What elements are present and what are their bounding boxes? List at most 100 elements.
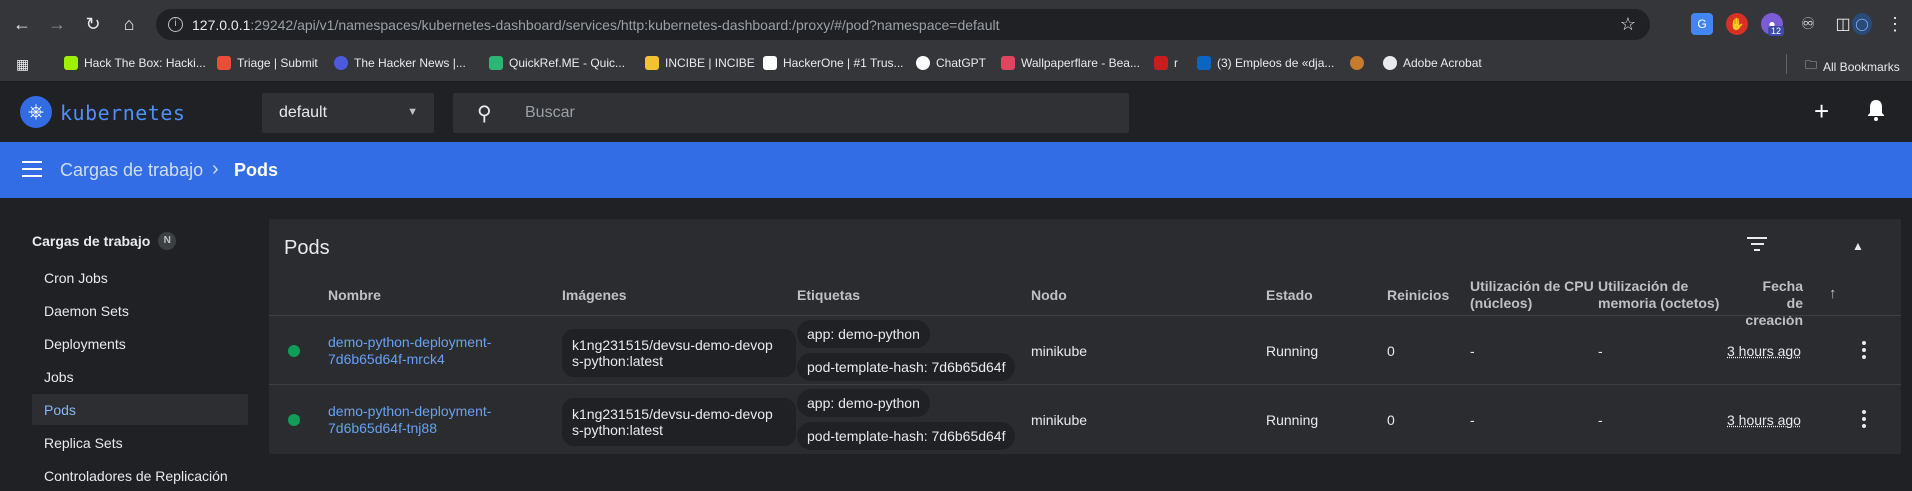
folder-icon: 🗀 [1805,58,1818,72]
sidebar-nav: Cargas de trabajo N Cron Jobs Daemon Set… [0,198,256,484]
divider [269,315,1901,316]
column-header-status[interactable]: Estado [1266,287,1313,304]
divider [269,384,1901,385]
node-value[interactable]: minikube [1031,412,1087,428]
sidepanel-icon[interactable]: ◫ [1832,13,1854,35]
restarts-value: 0 [1387,343,1395,359]
section-title-label: Cargas de trabajo [32,233,151,249]
bookmark-circle-icon [1350,56,1364,70]
bookmark-label: Adobe Acrobat [1403,56,1482,70]
image-chip: k1ng231515/devsu-demo-devop s-python:lat… [562,398,796,446]
search-icon: ⚲ [477,103,492,125]
chatgpt-icon [916,56,930,70]
wallpaperflare-icon [1001,56,1015,70]
app-header: ⎈ kubernetes default ▼ ⚲ + [0,82,1912,142]
label-chip: app: demo-python [797,389,930,417]
url-host: 127.0.0.1 [192,16,251,33]
browser-menu-icon[interactable]: ⋮ [1884,13,1906,35]
namespaced-badge: N [158,232,177,250]
triage-icon [217,56,231,70]
pod-name-link[interactable]: demo-python-deployment- 7d6b65d64f-mrck4 [328,334,498,368]
breadcrumb-current: Pods [234,160,279,180]
browser-toolbar: ← → ↻ ⌂ i 127.0.0.1:29242/api/v1/namespa… [0,0,1912,48]
memory-value: - [1598,343,1603,359]
bookmark-item[interactable]: Wallpaperflare - Bea... [1001,56,1140,70]
bookmark-item[interactable]: QuickRef.ME - Quic... [489,56,625,70]
bookmark-label: INCIBE | INCIBE [665,56,755,70]
pod-name-line2: 7d6b65d64f-mrck4 [328,351,445,367]
forward-icon[interactable]: → [40,7,74,41]
collapse-caret-icon[interactable]: ▲ [1852,239,1864,253]
all-bookmarks-button[interactable]: 🗀 All Bookmarks [1805,56,1900,77]
bookmark-label: Wallpaperflare - Bea... [1021,56,1140,70]
bookmark-item[interactable]: INCIBE | INCIBE [645,56,755,70]
kubernetes-logo-icon[interactable]: ⎈ [20,96,52,128]
reload-icon[interactable]: ↻ [76,7,110,41]
cpu-value: - [1470,343,1475,359]
bookmark-label: (3) Empleos de «dja... [1217,56,1335,70]
bookmark-item[interactable]: r [1154,56,1178,70]
column-header-restarts[interactable]: Reinicios [1387,287,1449,304]
create-plus-icon[interactable]: + [1814,96,1829,127]
bookmarks-bar: ▦ Hack The Box: Hacki... Triage | Submit… [0,48,1912,82]
notifications-bell-icon[interactable] [1866,99,1886,121]
node-value[interactable]: minikube [1031,343,1087,359]
sidebar-item-cron-jobs[interactable]: Cron Jobs [32,262,248,293]
apps-grid-icon[interactable]: ▦ [16,56,29,73]
site-info-icon[interactable]: i [168,17,183,32]
breadcrumb-parent[interactable]: Cargas de trabajo [60,160,203,181]
memory-header-line2: memoria (octetos) [1598,295,1720,311]
url-path: :29242/api/v1/namespaces/kubernetes-dash… [250,16,1000,33]
filter-icon[interactable] [1747,237,1767,253]
bookmark-item[interactable]: (3) Empleos de «dja... [1197,56,1334,70]
bookmark-item[interactable]: Triage | Submit [217,56,318,70]
sidebar-item-pods[interactable]: Pods [32,394,248,425]
bookmark-item[interactable] [1350,56,1364,70]
address-bar[interactable]: i 127.0.0.1:29242/api/v1/namespaces/kube… [156,9,1650,40]
sidebar-item-daemon-sets[interactable]: Daemon Sets [32,295,248,326]
hackthebox-icon [64,56,78,70]
bookmark-item[interactable]: HackerOne | #1 Trus... [763,56,904,70]
bookmark-star-icon[interactable]: ☆ [1620,14,1636,35]
extensions-puzzle-icon[interactable]: ♾ [1797,13,1819,35]
bookmark-item[interactable]: The Hacker News |... [334,56,466,70]
sidebar-item-deployments[interactable]: Deployments [32,328,248,359]
chevron-right-icon: › [212,158,219,180]
sidebar-section-title[interactable]: Cargas de trabajo N [32,232,177,250]
image-line2: s-python:latest [572,353,664,369]
home-icon[interactable]: ⌂ [112,7,146,41]
sidebar-item-replication-controllers[interactable]: Controladores de Replicación [32,460,248,491]
pods-card: Pods ▲ Nombre Imágenes Etiquetas Nodo Es… [269,219,1901,454]
pod-name-line1: demo-python-deployment- [328,334,492,350]
ublock-extension-icon[interactable]: ✋ [1726,13,1748,35]
memory-value: - [1598,412,1603,428]
status-value: Running [1266,343,1319,359]
column-header-node[interactable]: Nodo [1031,287,1067,304]
label-chip: app: demo-python [797,320,930,348]
search-input[interactable] [525,93,1115,133]
breadcrumb-toolbar: Cargas de trabajo › Pods [0,142,1912,198]
column-header-name[interactable]: Nombre [328,287,381,304]
row-actions-kebab-icon[interactable] [1862,341,1866,362]
namespace-select[interactable]: default ▼ [262,93,434,133]
profile-avatar[interactable]: ◯ [1852,13,1872,35]
bookmark-label: HackerOne | #1 Trus... [783,56,904,70]
bookmark-item[interactable]: Hack The Box: Hacki... [64,56,206,70]
image-chip: k1ng231515/devsu-demo-devop s-python:lat… [562,329,796,377]
translate-extension-icon[interactable]: G [1691,13,1713,35]
sidebar-item-replica-sets[interactable]: Replica Sets [32,427,248,458]
pod-name-link[interactable]: demo-python-deployment- 7d6b65d64f-tnj88 [328,403,498,437]
hamburger-menu-icon[interactable] [22,161,42,177]
status-value: Running [1266,412,1319,428]
status-ok-icon [288,345,300,357]
sort-arrow-up-icon[interactable]: ↑ [1829,285,1837,302]
sidebar-item-jobs[interactable]: Jobs [32,361,248,392]
r-bookmark-icon [1154,56,1168,70]
bookmark-item[interactable]: ChatGPT [916,56,986,70]
bookmark-item[interactable]: Adobe Acrobat [1383,56,1482,70]
back-icon[interactable]: ← [5,7,39,41]
row-actions-kebab-icon[interactable] [1862,410,1866,431]
column-header-created[interactable]: Fecha de creación [1743,278,1803,329]
logo-text[interactable]: kubernetes [60,101,185,125]
bookmarks-divider [1786,54,1787,74]
